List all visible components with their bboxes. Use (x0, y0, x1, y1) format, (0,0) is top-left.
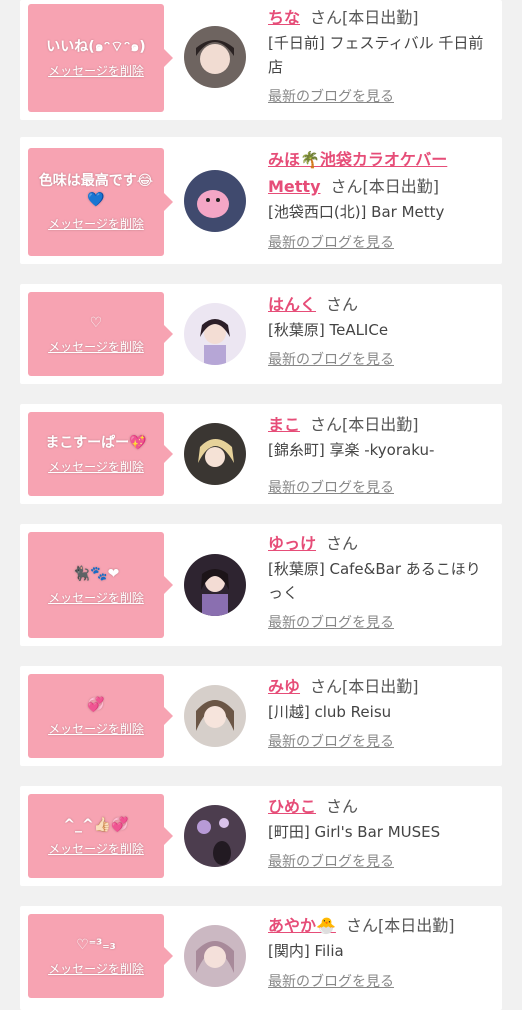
list-item: まこすーぱー💖 メッセージを削除 まこ さん[本日出勤] [錦糸町] 享楽 -ky… (20, 404, 502, 504)
list-item: 色味は最高です😂💙 メッセージを削除 みほ🌴池袋カラオケバー Metty さん[本… (20, 137, 502, 264)
status-badge: [本日出勤] (342, 415, 419, 434)
honorific-label: さん (330, 177, 363, 196)
list-item: 💞 メッセージを削除 みゆ さん[本日出勤] [川越] club Reisu 最新… (20, 666, 502, 766)
message-bubble: 🐈‍⬛🐾❤ メッセージを削除 (28, 532, 173, 638)
honorific-label: さん (310, 677, 343, 696)
latest-blog-link[interactable]: 最新のブログを見る (268, 87, 494, 107)
message-text: ^_^👍🏻💞 (63, 816, 129, 833)
message-list: いいね(๑ᵔ⌔ᵔ๑) メッセージを削除 ちな さん[本日出勤] [千日前] フェス… (0, 0, 522, 1010)
latest-blog-link[interactable]: 最新のブログを見る (268, 350, 494, 370)
list-item: ♡⁼³₌₃ メッセージを削除 あやか🐣 さん[本日出勤] [関内] Filia 最… (20, 906, 502, 1010)
message-text: ♡⁼³₌₃ (76, 936, 116, 953)
latest-blog-link[interactable]: 最新のブログを見る (268, 972, 494, 992)
cast-name-link[interactable]: ちな (268, 8, 300, 27)
honorific-label: さん (345, 916, 378, 935)
shop-name: [関内] Filia (268, 942, 344, 960)
avatar[interactable] (184, 925, 246, 987)
message-text: 💞 (87, 696, 105, 713)
status-badge: [本日出勤] (362, 177, 440, 196)
latest-blog-link[interactable]: 最新のブログを見る (268, 613, 494, 633)
latest-blog-link[interactable]: 最新のブログを見る (268, 852, 494, 872)
message-text: ♡ (89, 314, 103, 331)
delete-message-link[interactable]: メッセージを削除 (48, 720, 144, 737)
message-bubble: 💞 メッセージを削除 (28, 674, 173, 758)
avatar[interactable] (184, 554, 246, 616)
avatar[interactable] (184, 423, 246, 485)
shop-name: [錦糸町] 享楽 -kyoraku- (268, 441, 435, 459)
shop-name: [川越] club Reisu (268, 703, 392, 721)
message-text: 🐈‍⬛🐾❤ (72, 565, 120, 582)
shop-name: [秋葉原] Cafe&Bar あるこほりっく (268, 560, 481, 602)
honorific-label: さん (326, 295, 359, 314)
delete-message-link[interactable]: メッセージを削除 (48, 338, 144, 355)
message-bubble: ^_^👍🏻💞 メッセージを削除 (28, 794, 173, 878)
shop-name: [秋葉原] TeALICe (268, 321, 389, 339)
message-bubble: 色味は最高です😂💙 メッセージを削除 (28, 148, 173, 256)
message-bubble: まこすーぱー💖 メッセージを削除 (28, 412, 173, 496)
honorific-label: さん (310, 415, 343, 434)
list-item: ♡ メッセージを削除 はんく さん [秋葉原] TeALICe 最新のブログを見る (20, 284, 502, 384)
honorific-label: さん (326, 797, 359, 816)
shop-name: [池袋西口(北)] Bar Metty (268, 203, 445, 221)
status-badge: [本日出勤] (377, 916, 455, 935)
message-bubble: ♡ メッセージを削除 (28, 292, 173, 376)
honorific-label: さん (326, 534, 359, 553)
cast-name-link[interactable]: ゆっけ (268, 534, 316, 553)
message-bubble: いいね(๑ᵔ⌔ᵔ๑) メッセージを削除 (28, 4, 173, 112)
cast-name-link[interactable]: はんく (268, 295, 316, 314)
message-text: まこすーぱー💖 (45, 434, 147, 451)
avatar[interactable] (184, 685, 246, 747)
avatar[interactable] (184, 26, 246, 88)
cast-name-link[interactable]: みゆ (268, 677, 300, 696)
delete-message-link[interactable]: メッセージを削除 (48, 458, 144, 475)
status-badge: [本日出勤] (342, 8, 419, 27)
delete-message-link[interactable]: メッセージを削除 (48, 960, 144, 977)
list-item: ^_^👍🏻💞 メッセージを削除 ひめこ さん [町田] Girl's Bar MU… (20, 786, 502, 886)
avatar[interactable] (184, 303, 246, 365)
cast-name-link[interactable]: あやか🐣 (268, 916, 336, 935)
delete-message-link[interactable]: メッセージを削除 (48, 589, 144, 606)
list-item: いいね(๑ᵔ⌔ᵔ๑) メッセージを削除 ちな さん[本日出勤] [千日前] フェス… (20, 0, 502, 120)
shop-name: [町田] Girl's Bar MUSES (268, 823, 441, 841)
latest-blog-link[interactable]: 最新のブログを見る (268, 478, 494, 498)
delete-message-link[interactable]: メッセージを削除 (48, 215, 144, 232)
latest-blog-link[interactable]: 最新のブログを見る (268, 233, 494, 253)
avatar[interactable] (184, 805, 246, 867)
delete-message-link[interactable]: メッセージを削除 (48, 62, 144, 79)
message-text: 色味は最高です😂💙 (38, 173, 154, 208)
list-item: 🐈‍⬛🐾❤ メッセージを削除 ゆっけ さん [秋葉原] Cafe&Bar あるこほ… (20, 524, 502, 646)
cast-name-link[interactable]: まこ (268, 415, 300, 434)
message-text: いいね(๑ᵔ⌔ᵔ๑) (46, 38, 146, 55)
honorific-label: さん (310, 8, 343, 27)
latest-blog-link[interactable]: 最新のブログを見る (268, 732, 494, 752)
status-badge: [本日出勤] (342, 677, 419, 696)
avatar[interactable] (184, 170, 246, 232)
message-bubble: ♡⁼³₌₃ メッセージを削除 (28, 914, 173, 998)
cast-name-link[interactable]: ひめこ (268, 797, 316, 816)
shop-name: [千日前] フェスティバル 千日前店 (268, 34, 484, 76)
delete-message-link[interactable]: メッセージを削除 (48, 840, 144, 857)
